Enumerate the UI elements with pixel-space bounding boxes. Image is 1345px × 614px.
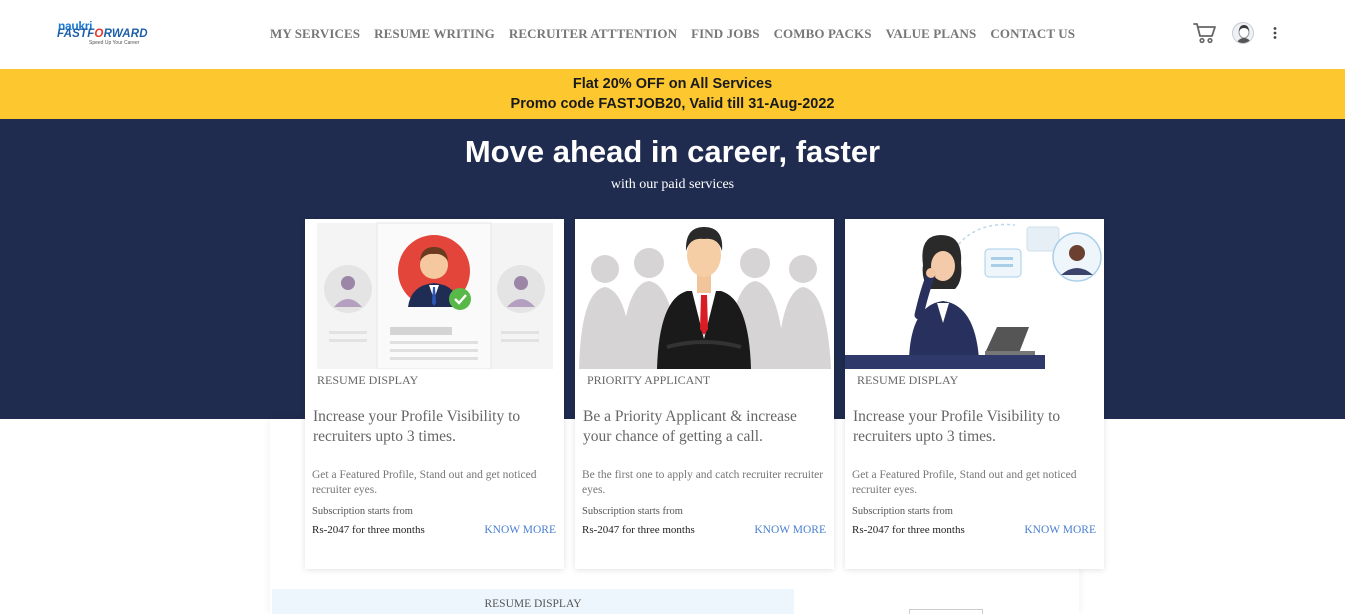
card-tag: RESUME DISPLAY xyxy=(857,373,959,387)
service-card-priority-applicant: PRIORITY APPLICANT Be a Priority Applica… xyxy=(575,219,834,569)
card-subscription-label: Subscription starts from xyxy=(852,506,953,517)
logo-tagline: Speed Up Your Career xyxy=(89,40,140,46)
card-price: Rs-2047 for three months xyxy=(312,524,425,536)
hero-subtitle: with our paid services xyxy=(610,177,735,192)
know-more-link[interactable]: KNOW MORE xyxy=(754,524,826,536)
resume-display-section: RESUME DISPLAY xyxy=(272,589,794,614)
card-headline: Be a Priority Applicant & increase your … xyxy=(583,408,797,445)
main-nav: MY SERVICES RESUME WRITING RECRUITER ATT… xyxy=(270,26,1089,42)
know-more-link[interactable]: KNOW MORE xyxy=(484,524,556,536)
card-headline: Increase your Profile Visibility to recr… xyxy=(313,408,521,445)
know-more-link[interactable]: KNOW MORE xyxy=(1024,524,1096,536)
nav-resume-writing[interactable]: RESUME WRITING xyxy=(374,26,495,42)
card-tag: RESUME DISPLAY xyxy=(317,373,419,387)
user-avatar-icon[interactable] xyxy=(1232,22,1254,44)
nav-my-services[interactable]: MY SERVICES xyxy=(270,26,360,42)
card-description: Be the first one to apply and catch recr… xyxy=(582,469,824,496)
card-description: Get a Featured Profile, Stand out and ge… xyxy=(312,469,537,496)
cart-icon[interactable] xyxy=(1193,22,1217,44)
card-description: Get a Featured Profile, Stand out and ge… xyxy=(852,469,1077,496)
card-subscription-label: Subscription starts from xyxy=(582,506,683,517)
card-price: Rs-2047 for three months xyxy=(582,524,695,536)
kebab-menu-icon[interactable] xyxy=(1273,27,1277,39)
recruiter-call-illustration xyxy=(845,219,1104,369)
logo-line2: FASTFORWARD xyxy=(57,28,148,40)
top-header: naukri FASTFORWARD Speed Up Your Career … xyxy=(0,0,1345,68)
service-card-resume-display: RESUME DISPLAY Increase your Profile Vis… xyxy=(305,219,564,569)
card-price: Rs-2047 for three months xyxy=(852,524,965,536)
promo-code: Promo code FASTJOB20, Valid till 31-Aug-… xyxy=(510,96,835,112)
partial-box xyxy=(909,609,983,614)
nav-find-jobs[interactable]: FIND JOBS xyxy=(691,26,759,42)
priority-applicant-illustration xyxy=(575,219,834,369)
card-headline: Increase your Profile Visibility to recr… xyxy=(853,408,1061,445)
naukri-fastforward-logo[interactable]: naukri FASTFORWARD Speed Up Your Career xyxy=(57,19,153,49)
promo-banner: Flat 20% OFF on All Services Promo code … xyxy=(0,69,1345,119)
card-subscription-label: Subscription starts from xyxy=(312,506,413,517)
card-tag: PRIORITY APPLICANT xyxy=(587,373,711,387)
hero-title: Move ahead in career, faster xyxy=(464,134,881,169)
resume-display-illustration xyxy=(305,219,564,369)
nav-value-plans[interactable]: VALUE PLANS xyxy=(886,26,977,42)
nav-recruiter-attention[interactable]: RECRUITER ATTTENTION xyxy=(509,26,677,42)
promo-offer: Flat 20% OFF on All Services xyxy=(572,76,773,92)
section-tag: RESUME DISPLAY xyxy=(484,598,582,610)
nav-contact-us[interactable]: CONTACT US xyxy=(990,26,1075,42)
service-card-resume-display-2: RESUME DISPLAY Increase your Profile Vis… xyxy=(845,219,1104,569)
nav-combo-packs[interactable]: COMBO PACKS xyxy=(774,26,872,42)
